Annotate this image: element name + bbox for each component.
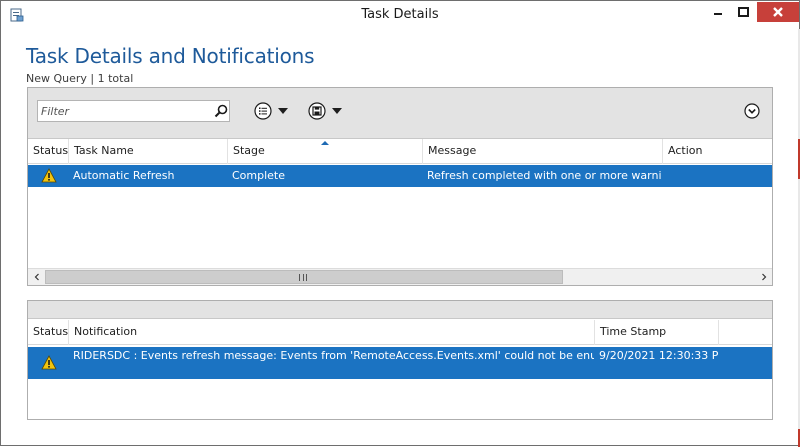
save-icon xyxy=(308,102,326,120)
notifications-panel: Status Notification Time Stamp RIDERSDC … xyxy=(27,300,773,420)
maximize-icon xyxy=(738,7,749,17)
list-view-icon xyxy=(254,102,272,120)
column-header-status[interactable]: Status xyxy=(28,320,68,345)
filter-box xyxy=(37,100,230,122)
chevron-down-icon xyxy=(332,108,342,114)
scroll-right-button[interactable] xyxy=(755,269,772,285)
notifications-toolbar xyxy=(28,301,772,319)
close-icon xyxy=(773,7,783,17)
stage-cell: Complete xyxy=(232,169,286,182)
page-title: Task Details and Notifications xyxy=(26,44,315,68)
chevron-down-icon xyxy=(278,108,288,114)
tasks-column-headers: Status Task Name Stage Message Action xyxy=(28,139,772,164)
table-row[interactable]: RIDERSDC : Events refresh message: Event… xyxy=(28,347,772,379)
minimize-icon xyxy=(713,13,722,15)
warning-icon xyxy=(41,168,57,183)
chevron-right-icon xyxy=(761,273,766,281)
column-header-notification[interactable]: Notification xyxy=(68,320,594,345)
expand-icon[interactable] xyxy=(744,103,760,119)
column-header-task-name[interactable]: Task Name xyxy=(68,139,227,164)
notification-cell: RIDERSDC : Events refresh message: Event… xyxy=(73,349,594,362)
chevron-left-icon xyxy=(34,273,39,281)
message-cell: Refresh completed with one or more warni… xyxy=(427,169,662,182)
window-title: Task Details xyxy=(361,7,439,22)
time-stamp-cell: 9/20/2021 12:30:33 PM xyxy=(599,349,718,362)
list-options-button[interactable] xyxy=(254,102,288,120)
grip-icon xyxy=(299,274,307,281)
close-button[interactable] xyxy=(757,2,799,22)
column-header-spacer xyxy=(718,320,772,345)
horizontal-scrollbar[interactable] xyxy=(28,268,772,285)
save-query-button[interactable] xyxy=(308,102,342,120)
search-icon[interactable] xyxy=(214,104,228,118)
task-details-window: Task Details Task Details and Notificati… xyxy=(0,0,800,447)
title-bar: Task Details xyxy=(1,1,799,29)
table-row[interactable]: Automatic Refresh Complete Refresh compl… xyxy=(28,165,772,187)
task-name-cell: Automatic Refresh xyxy=(73,169,175,182)
tasks-panel: Status Task Name Stage Message Action Au… xyxy=(27,87,773,286)
maximize-button[interactable] xyxy=(731,2,756,22)
column-header-action[interactable]: Action xyxy=(662,139,772,164)
column-header-time-stamp[interactable]: Time Stamp xyxy=(594,320,718,345)
column-header-message[interactable]: Message xyxy=(422,139,662,164)
column-header-status[interactable]: Status xyxy=(28,139,68,164)
sort-ascending-icon xyxy=(321,141,329,145)
notifications-column-headers: Status Notification Time Stamp xyxy=(28,320,772,345)
scroll-thumb[interactable] xyxy=(45,270,563,284)
filter-input[interactable] xyxy=(38,101,208,121)
warning-icon xyxy=(41,355,57,370)
query-summary: New Query | 1 total xyxy=(26,72,134,85)
scroll-left-button[interactable] xyxy=(28,269,45,285)
tasks-toolbar xyxy=(28,88,772,139)
minimize-button[interactable] xyxy=(705,2,730,22)
